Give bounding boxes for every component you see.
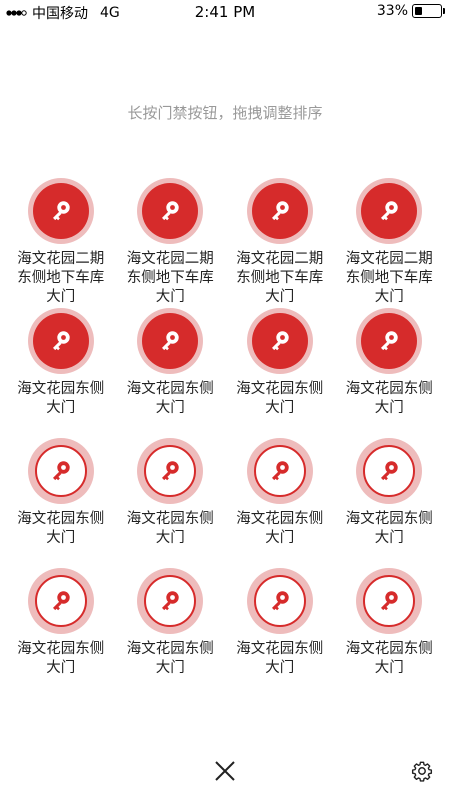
battery-percent: 33% — [376, 3, 408, 19]
key-icon — [52, 591, 70, 611]
door-button-inner — [32, 183, 89, 239]
door-label: 海文花园二期东侧地下车库大门 — [17, 251, 105, 305]
door-item: 海文花园二期东侧地下车库大门 — [335, 178, 445, 308]
door-button-inner — [251, 313, 308, 369]
door-label: 海文花园东侧大门 — [126, 381, 214, 416]
key-icon — [381, 591, 398, 611]
door-button[interactable] — [356, 438, 423, 504]
door-item: 海文花园东侧大门 — [6, 568, 116, 698]
key-icon — [162, 461, 179, 481]
door-button-inner — [251, 183, 308, 239]
door-grid: 海文花园二期东侧地下车库大门 海文花园二期东侧地下车库大门 海文花园二期东侧地下… — [0, 178, 450, 698]
door-item: 海文花园东侧大门 — [225, 438, 335, 568]
door-item: 海文花园二期东侧地下车库大门 — [116, 178, 226, 308]
door-item: 海文花园二期东侧地下车库大门 — [6, 178, 116, 308]
door-button-inner — [34, 575, 87, 627]
door-button[interactable] — [137, 178, 204, 244]
sort-hint: 长按门禁按钮，拖拽调整排序 — [127, 104, 323, 122]
door-item: 海文花园东侧大门 — [6, 438, 116, 568]
key-icon — [271, 591, 289, 611]
door-item: 海文花园东侧大门 — [335, 438, 445, 568]
door-button-inner — [253, 575, 306, 627]
door-button[interactable] — [246, 568, 313, 634]
door-button-inner — [144, 445, 197, 497]
door-item: 海文花园东侧大门 — [225, 308, 335, 438]
door-item: 海文花园东侧大门 — [335, 568, 445, 698]
key-icon — [381, 201, 398, 221]
door-button[interactable] — [356, 568, 423, 634]
door-button[interactable] — [27, 438, 94, 504]
door-button-inner — [253, 445, 306, 497]
door-button-inner — [361, 313, 418, 369]
door-label: 海文花园东侧大门 — [126, 511, 214, 546]
door-label: 海文花园东侧大门 — [17, 511, 105, 546]
door-button[interactable] — [246, 308, 313, 374]
door-label: 海文花园东侧大门 — [17, 381, 105, 416]
door-button-inner — [144, 575, 197, 627]
door-button-inner — [363, 575, 416, 627]
key-icon — [381, 461, 398, 481]
door-button[interactable] — [246, 178, 313, 244]
door-label: 海文花园二期东侧地下车库大门 — [236, 251, 324, 305]
door-item: 海文花园东侧大门 — [116, 308, 226, 438]
key-icon — [52, 331, 70, 351]
door-label: 海文花园东侧大门 — [236, 641, 324, 676]
door-item: 海文花园东侧大门 — [6, 308, 116, 438]
door-button[interactable] — [356, 308, 423, 374]
door-item: 海文花园东侧大门 — [335, 308, 445, 438]
door-button[interactable] — [27, 178, 94, 244]
door-item: 海文花园东侧大门 — [116, 438, 226, 568]
door-button-inner — [361, 183, 418, 239]
door-button[interactable] — [137, 438, 204, 504]
door-label: 海文花园东侧大门 — [345, 381, 433, 416]
key-icon — [162, 331, 179, 351]
door-label: 海文花园东侧大门 — [126, 641, 214, 676]
door-button-inner — [142, 313, 199, 369]
battery-level — [414, 6, 423, 15]
door-label: 海文花园东侧大门 — [236, 381, 324, 416]
status-bar: 中国移动 4G 2:41 PM 33% — [0, 0, 450, 24]
door-button[interactable] — [27, 568, 94, 634]
door-label: 海文花园二期东侧地下车库大门 — [126, 251, 214, 305]
door-label: 海文花园东侧大门 — [17, 641, 105, 676]
key-icon — [271, 201, 289, 221]
key-icon — [381, 331, 398, 351]
door-label: 海文花园东侧大门 — [345, 511, 433, 546]
door-label: 海文花园东侧大门 — [345, 641, 433, 676]
door-button[interactable] — [137, 308, 204, 374]
bottom-bar — [0, 750, 450, 790]
door-label: 海文花园二期东侧地下车库大门 — [345, 251, 433, 305]
key-icon — [271, 461, 289, 481]
door-label: 海文花园东侧大门 — [236, 511, 324, 546]
key-icon — [162, 201, 179, 221]
door-button[interactable] — [137, 568, 204, 634]
door-button-inner — [142, 183, 199, 239]
key-icon — [52, 461, 70, 481]
door-item: 海文花园二期东侧地下车库大门 — [225, 178, 335, 308]
close-icon[interactable] — [212, 758, 238, 784]
door-item: 海文花园东侧大门 — [225, 568, 335, 698]
door-button[interactable] — [27, 308, 94, 374]
key-icon — [52, 201, 70, 221]
door-button-inner — [363, 445, 416, 497]
door-button[interactable] — [246, 438, 313, 504]
gear-icon[interactable] — [411, 760, 433, 782]
status-right: 33% — [376, 3, 445, 19]
door-button-inner — [34, 445, 87, 497]
door-item: 海文花园东侧大门 — [116, 568, 226, 698]
door-button-inner — [32, 313, 89, 369]
key-icon — [271, 331, 289, 351]
door-button[interactable] — [356, 178, 423, 244]
key-icon — [162, 591, 179, 611]
battery-icon — [412, 4, 445, 18]
